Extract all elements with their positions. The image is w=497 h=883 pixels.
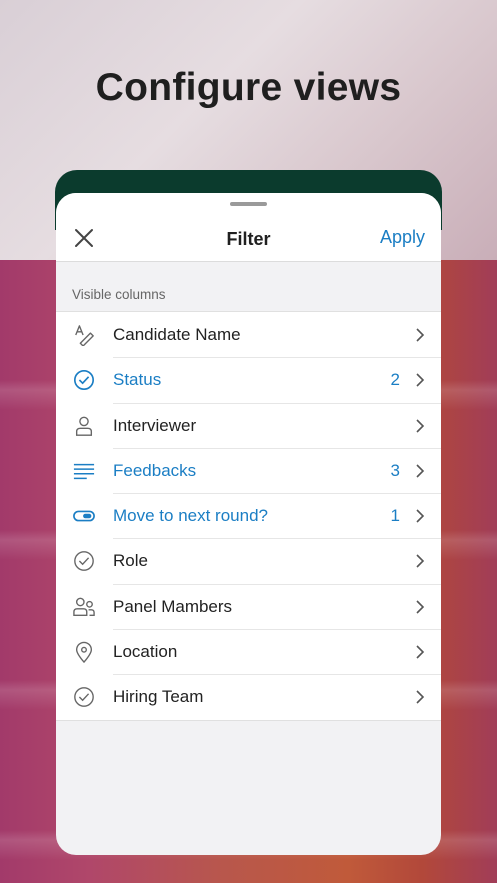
location-pin-icon [75,641,93,664]
filter-sheet: Filter Apply Visible columns Candidate N… [56,193,441,855]
headline: Configure views [95,66,402,109]
row-count: 2 [390,370,400,390]
drag-handle[interactable] [230,202,267,206]
chevron-right-icon [416,328,425,342]
chevron-right-icon [416,509,425,523]
chevron-right-icon [416,690,425,704]
circle-check-icon [74,370,94,391]
chevron-right-icon [416,373,425,387]
row-label: Interviewer [113,415,197,435]
row-feedbacks[interactable]: Feedbacks 3 [56,447,441,493]
row-count: 3 [390,460,400,480]
sheet-header: Filter Apply [56,193,441,262]
text-lines-icon [73,463,95,479]
row-label: Hiring Team [113,687,204,707]
circle-check-icon [74,687,94,708]
row-label: Candidate Name [113,325,241,344]
row-count: 1 [390,506,400,526]
row-label: Panel Mambers [113,596,233,616]
row-hiring-team[interactable]: Hiring Team [56,674,441,719]
person-icon [75,416,93,436]
chevron-right-icon [416,600,425,614]
text-style-icon [75,325,94,346]
row-label: Location [113,642,178,662]
row-role[interactable]: Role [56,538,441,583]
row-label: Feedbacks [113,460,197,480]
row-panel-members[interactable]: Panel Mambers [56,583,441,629]
chevron-right-icon [416,419,425,433]
column-list: Candidate Name Status 2 Interviewer Feed… [56,311,441,721]
row-candidate-name[interactable]: Candidate Name [56,312,441,357]
row-interviewer[interactable]: Interviewer [56,402,441,448]
chevron-right-icon [416,554,425,569]
row-label: Move to next round? [113,506,268,526]
people-icon [73,597,95,616]
row-location[interactable]: Location [56,629,441,674]
circle-check-icon [74,551,94,572]
toggle-icon [73,510,95,522]
chevron-right-icon [416,464,425,478]
apply-button[interactable]: Apply [380,227,425,248]
row-status[interactable]: Status 2 [56,357,441,402]
row-label: Status [113,370,162,390]
row-label: Role [113,551,148,571]
section-label: Visible columns [72,287,166,302]
row-move-to-next-round[interactable]: Move to next round? 1 [56,493,441,538]
chevron-right-icon [416,645,425,659]
